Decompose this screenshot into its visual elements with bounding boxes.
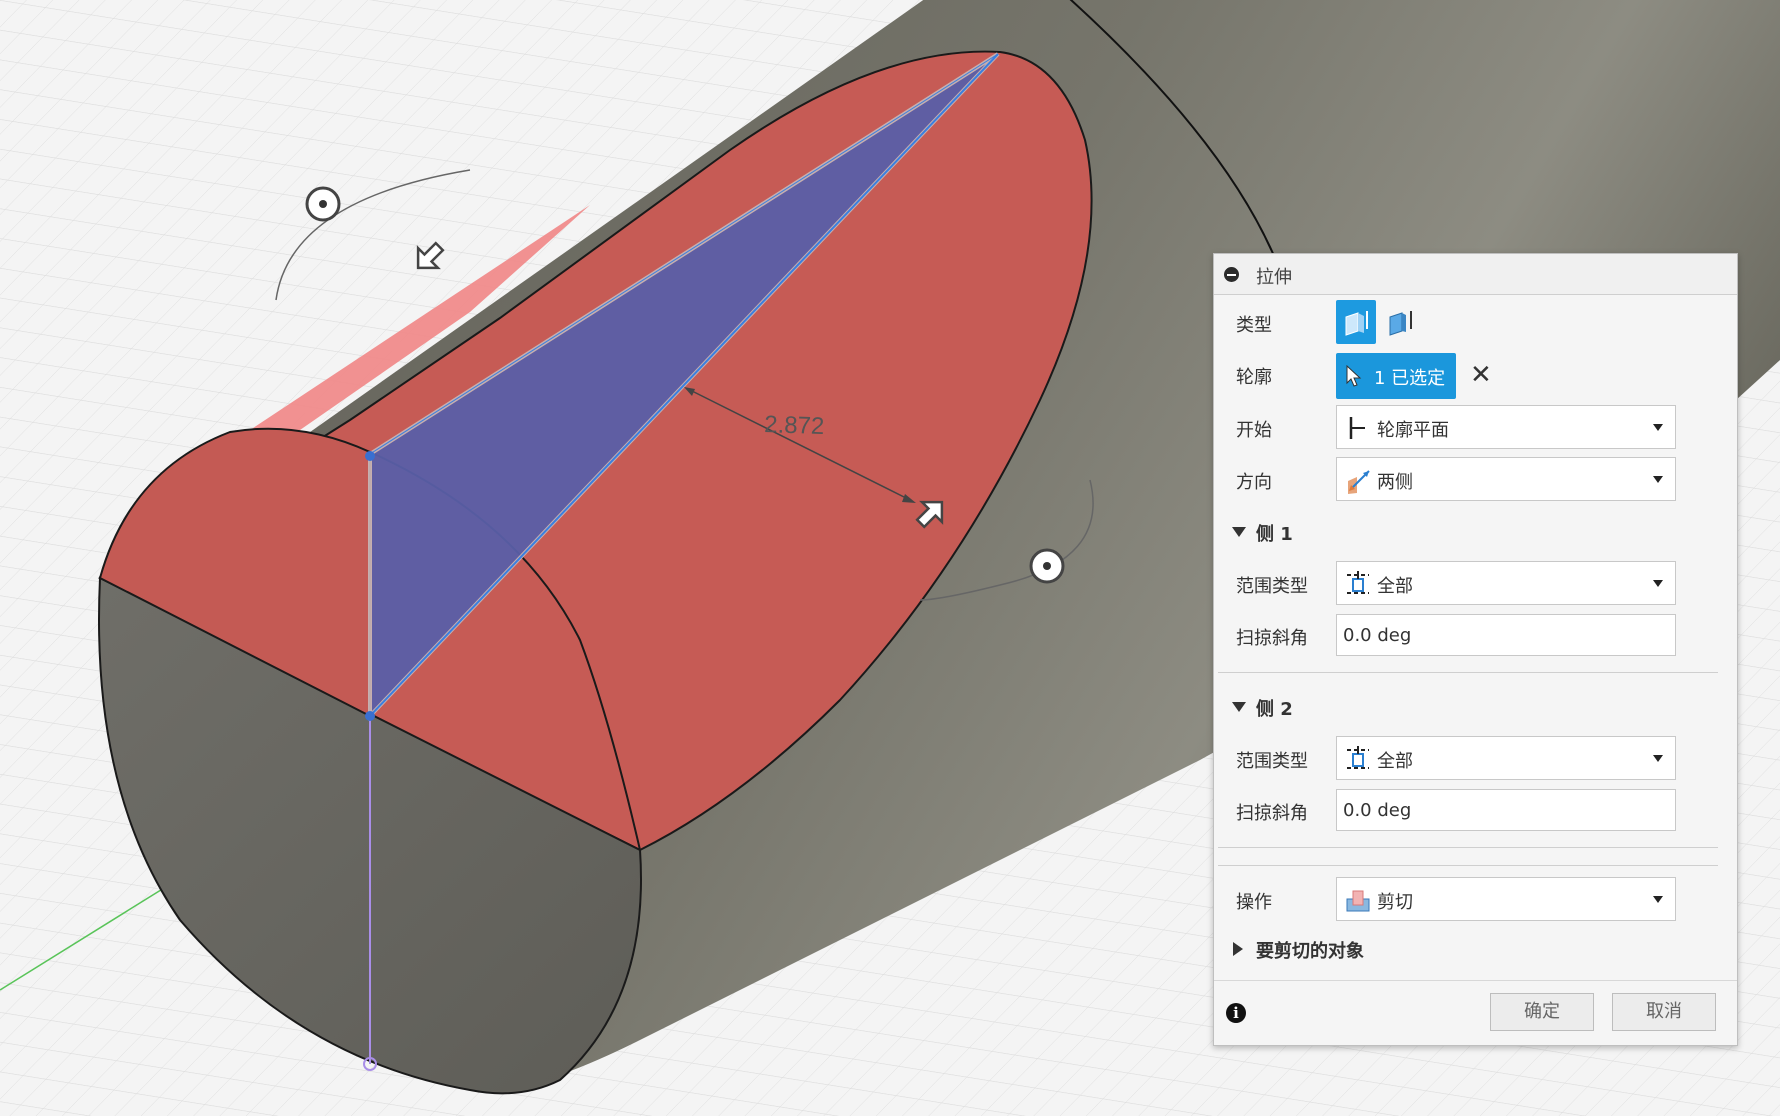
two-sides-icon: [1348, 470, 1370, 494]
extent-all-icon: [1347, 571, 1369, 594]
side2-taper-label: 扫掠斜角: [1236, 803, 1308, 824]
start-label: 开始: [1236, 420, 1272, 441]
side1-extent-label: 范围类型: [1236, 576, 1308, 597]
profile-plane-icon: [1349, 417, 1365, 439]
solid-extrude-icon: [1345, 311, 1368, 336]
divider: [1218, 847, 1718, 848]
extrude-type-thin-button[interactable]: [1380, 300, 1420, 344]
start-value: 轮廓平面: [1377, 420, 1449, 441]
clear-selection-icon[interactable]: ✕: [1470, 360, 1492, 390]
chevron-down-icon: [1653, 424, 1663, 431]
ok-button[interactable]: 确定: [1490, 993, 1594, 1031]
direction-label: 方向: [1236, 472, 1272, 493]
side1-taper-input[interactable]: [1337, 615, 1669, 655]
dialog-footer: i 确定 取消: [1214, 980, 1737, 1045]
chevron-down-icon: [1653, 896, 1663, 903]
operation-label: 操作: [1236, 892, 1272, 913]
thin-extrude-icon: [1389, 311, 1412, 336]
side1-extent-value: 全部: [1377, 576, 1413, 597]
side2-extent-label: 范围类型: [1236, 751, 1308, 772]
info-icon[interactable]: i: [1226, 1003, 1246, 1023]
objects-to-cut-expand-icon[interactable]: [1233, 942, 1243, 956]
side2-expand-icon[interactable]: [1232, 702, 1246, 712]
operation-dropdown[interactable]: 剪切: [1336, 877, 1676, 921]
side2-taper-input[interactable]: [1337, 790, 1669, 830]
dialog-header: 拉伸: [1214, 254, 1737, 295]
side1-taper-field[interactable]: [1336, 614, 1676, 656]
side1-header[interactable]: 侧 1: [1256, 520, 1293, 546]
chevron-down-icon: [1653, 755, 1663, 762]
operation-value: 剪切: [1377, 892, 1413, 913]
extent-all-icon: [1347, 746, 1369, 769]
profile-select-button[interactable]: 1 已选定: [1336, 353, 1456, 399]
extrude-dialog: 拉伸 类型 轮廓 1 已选定 ✕ 开始 轮廓平面 方向 两侧 侧 1 范围类型 …: [1213, 253, 1738, 1046]
side2-taper-field[interactable]: [1336, 789, 1676, 831]
cursor-arrow-icon: [1346, 365, 1362, 387]
side2-header[interactable]: 侧 2: [1256, 695, 1293, 721]
divider: [1218, 865, 1718, 866]
profile-label: 轮廓: [1236, 367, 1272, 388]
objects-to-cut-header[interactable]: 要剪切的对象: [1256, 937, 1364, 963]
side1-expand-icon[interactable]: [1232, 527, 1246, 537]
divider: [1218, 672, 1718, 673]
type-label: 类型: [1236, 315, 1272, 336]
direction-dropdown[interactable]: 两侧: [1336, 457, 1676, 501]
side2-extent-value: 全部: [1377, 751, 1413, 772]
dimension-label[interactable]: 2.872: [764, 411, 825, 440]
dialog-title: 拉伸: [1256, 267, 1292, 288]
extrude-type-solid-button[interactable]: [1336, 300, 1376, 344]
cut-icon: [1346, 890, 1370, 912]
side1-taper-label: 扫掠斜角: [1236, 628, 1308, 649]
side1-extent-dropdown[interactable]: 全部: [1336, 561, 1676, 605]
chevron-down-icon: [1653, 476, 1663, 483]
profile-selection-count: 1 已选定: [1374, 368, 1446, 389]
side2-extent-dropdown[interactable]: 全部: [1336, 736, 1676, 780]
collapse-icon[interactable]: [1224, 267, 1239, 282]
direction-value: 两侧: [1377, 472, 1413, 493]
chevron-down-icon: [1653, 580, 1663, 587]
start-dropdown[interactable]: 轮廓平面: [1336, 405, 1676, 449]
cancel-button[interactable]: 取消: [1612, 993, 1716, 1031]
